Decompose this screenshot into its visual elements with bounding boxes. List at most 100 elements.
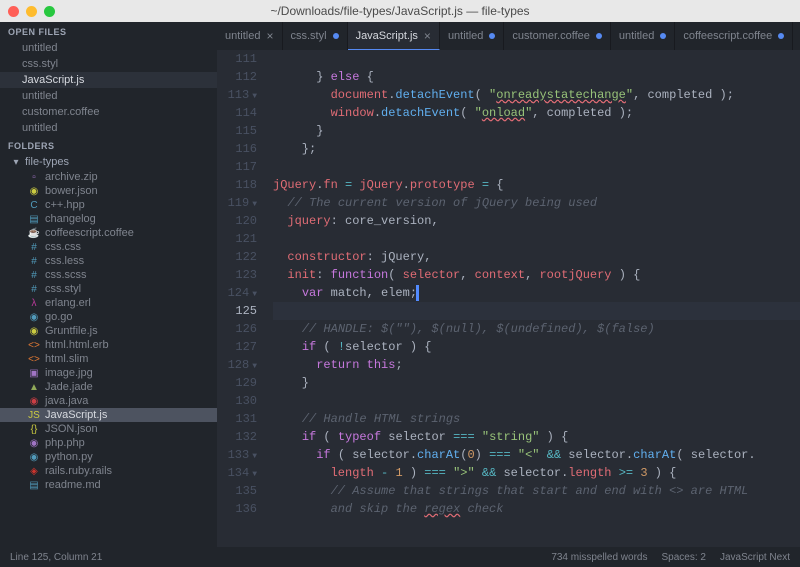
tab[interactable]: untitled× bbox=[217, 22, 283, 50]
code-line[interactable]: constructor: jQuery, bbox=[273, 248, 800, 266]
open-file-item[interactable]: customer.coffee bbox=[0, 104, 217, 120]
tree-item[interactable]: ▣image.jpg bbox=[0, 366, 217, 380]
line-number[interactable]: 128▼ bbox=[217, 356, 257, 374]
code-line[interactable]: var match, elem; bbox=[273, 284, 800, 302]
tree-item[interactable]: #css.css bbox=[0, 240, 217, 254]
tree-item[interactable]: {}JSON.json bbox=[0, 422, 217, 436]
open-file-item[interactable]: untitled bbox=[0, 88, 217, 104]
tree-item[interactable]: λerlang.erl bbox=[0, 296, 217, 310]
code-line[interactable] bbox=[273, 50, 800, 68]
code-line[interactable]: init: function( selector, context, rootj… bbox=[273, 266, 800, 284]
tree-item[interactable]: JSJavaScript.js bbox=[0, 408, 217, 422]
code-line[interactable]: // The current version of jQuery being u… bbox=[273, 194, 800, 212]
open-file-item[interactable]: css.styl bbox=[0, 56, 217, 72]
fold-icon[interactable]: ▼ bbox=[252, 452, 257, 461]
tree-item[interactable]: #css.scss bbox=[0, 268, 217, 282]
tab[interactable]: css.styl bbox=[283, 22, 348, 50]
indent-setting[interactable]: Spaces: 2 bbox=[661, 552, 705, 563]
spellcheck-status[interactable]: 734 misspelled words bbox=[551, 552, 647, 563]
line-number[interactable]: 111 bbox=[217, 50, 257, 68]
maximize-window-icon[interactable] bbox=[44, 6, 55, 17]
code-line[interactable]: and skip the regex check bbox=[273, 500, 800, 518]
open-file-item[interactable]: untitled bbox=[0, 40, 217, 56]
tree-item[interactable]: <>html.html.erb bbox=[0, 338, 217, 352]
code-content[interactable]: } else { document.detachEvent( "onreadys… bbox=[267, 50, 800, 547]
line-number[interactable]: 118 bbox=[217, 176, 257, 194]
line-number[interactable]: 134▼ bbox=[217, 464, 257, 482]
fold-icon[interactable]: ▼ bbox=[252, 470, 257, 479]
code-line[interactable]: return this; bbox=[273, 356, 800, 374]
tree-item[interactable]: <>html.slim bbox=[0, 352, 217, 366]
line-number[interactable]: 112 bbox=[217, 68, 257, 86]
line-number[interactable]: 135 bbox=[217, 482, 257, 500]
minimize-window-icon[interactable] bbox=[26, 6, 37, 17]
code-line[interactable]: } else { bbox=[273, 68, 800, 86]
tree-item[interactable]: ▤readme.md bbox=[0, 478, 217, 492]
tree-item[interactable]: #css.styl bbox=[0, 282, 217, 296]
line-number[interactable]: 126 bbox=[217, 320, 257, 338]
code-line[interactable]: }; bbox=[273, 140, 800, 158]
close-icon[interactable]: × bbox=[424, 29, 431, 43]
code-editor[interactable]: 111112113▼114115116117118119▼12012112212… bbox=[217, 50, 800, 547]
fold-icon[interactable]: ▼ bbox=[252, 92, 257, 101]
code-line[interactable]: // HANDLE: $(""), $(null), $(undefined),… bbox=[273, 320, 800, 338]
close-icon[interactable]: × bbox=[266, 29, 273, 43]
line-number[interactable]: 131 bbox=[217, 410, 257, 428]
code-line[interactable]: if ( selector.charAt(0) === "<" && selec… bbox=[273, 446, 800, 464]
line-number[interactable]: 123 bbox=[217, 266, 257, 284]
tab[interactable]: customer.coffee bbox=[504, 22, 610, 50]
line-number[interactable]: 114 bbox=[217, 104, 257, 122]
line-number[interactable]: 122 bbox=[217, 248, 257, 266]
tree-item[interactable]: ◉python.py bbox=[0, 450, 217, 464]
tree-item[interactable]: ◉bower.json bbox=[0, 184, 217, 198]
line-number[interactable]: 130 bbox=[217, 392, 257, 410]
code-line[interactable]: jquery: core_version, bbox=[273, 212, 800, 230]
code-line[interactable] bbox=[273, 392, 800, 410]
line-number[interactable]: 136 bbox=[217, 500, 257, 518]
code-line[interactable]: document.detachEvent( "onreadystatechang… bbox=[273, 86, 800, 104]
line-number[interactable]: 133▼ bbox=[217, 446, 257, 464]
line-number[interactable]: 116 bbox=[217, 140, 257, 158]
tree-item[interactable]: ◉Gruntfile.js bbox=[0, 324, 217, 338]
line-number[interactable]: 115 bbox=[217, 122, 257, 140]
open-file-item[interactable]: JavaScript.js bbox=[0, 72, 217, 88]
tree-item[interactable]: ◈rails.ruby.rails bbox=[0, 464, 217, 478]
code-line[interactable]: } bbox=[273, 122, 800, 140]
tree-item[interactable]: ▫archive.zip bbox=[0, 170, 217, 184]
line-number[interactable]: 132 bbox=[217, 428, 257, 446]
fold-icon[interactable]: ▼ bbox=[252, 200, 257, 209]
tree-item[interactable]: ▤changelog bbox=[0, 212, 217, 226]
tree-item[interactable]: ◉php.php bbox=[0, 436, 217, 450]
code-line[interactable]: length - 1 ) === ">" && selector.length … bbox=[273, 464, 800, 482]
tree-item[interactable]: ▲Jade.jade bbox=[0, 380, 217, 394]
code-line[interactable]: // Handle HTML strings bbox=[273, 410, 800, 428]
tree-item[interactable]: Cc++.hpp bbox=[0, 198, 217, 212]
line-number[interactable]: 127 bbox=[217, 338, 257, 356]
line-number[interactable]: 113▼ bbox=[217, 86, 257, 104]
code-line[interactable]: } bbox=[273, 374, 800, 392]
line-number[interactable]: 119▼ bbox=[217, 194, 257, 212]
code-line[interactable]: // Assume that strings that start and en… bbox=[273, 482, 800, 500]
line-number[interactable]: 120 bbox=[217, 212, 257, 230]
tab[interactable]: untitled bbox=[440, 22, 504, 50]
code-line[interactable]: if ( typeof selector === "string" ) { bbox=[273, 428, 800, 446]
cursor-position[interactable]: Line 125, Column 21 bbox=[10, 552, 102, 563]
close-window-icon[interactable] bbox=[8, 6, 19, 17]
line-number[interactable]: 124▼ bbox=[217, 284, 257, 302]
line-number[interactable]: 129 bbox=[217, 374, 257, 392]
tab[interactable]: coffeescript.coffee bbox=[675, 22, 793, 50]
line-number[interactable]: 117 bbox=[217, 158, 257, 176]
line-number[interactable]: 121 bbox=[217, 230, 257, 248]
fold-icon[interactable]: ▼ bbox=[252, 290, 257, 299]
line-number[interactable]: 125 bbox=[217, 302, 257, 320]
tab[interactable]: untitled bbox=[611, 22, 675, 50]
folder-root[interactable]: ▾ file-types bbox=[0, 154, 217, 170]
tab[interactable]: JavaScript.js× bbox=[348, 22, 440, 50]
tree-item[interactable]: ◉java.java bbox=[0, 394, 217, 408]
tree-item[interactable]: ◉go.go bbox=[0, 310, 217, 324]
language-mode[interactable]: JavaScript Next bbox=[720, 552, 790, 563]
code-line[interactable] bbox=[273, 302, 800, 320]
code-line[interactable] bbox=[273, 158, 800, 176]
tree-item[interactable]: ☕coffeescript.coffee bbox=[0, 226, 217, 240]
tree-item[interactable]: #css.less bbox=[0, 254, 217, 268]
